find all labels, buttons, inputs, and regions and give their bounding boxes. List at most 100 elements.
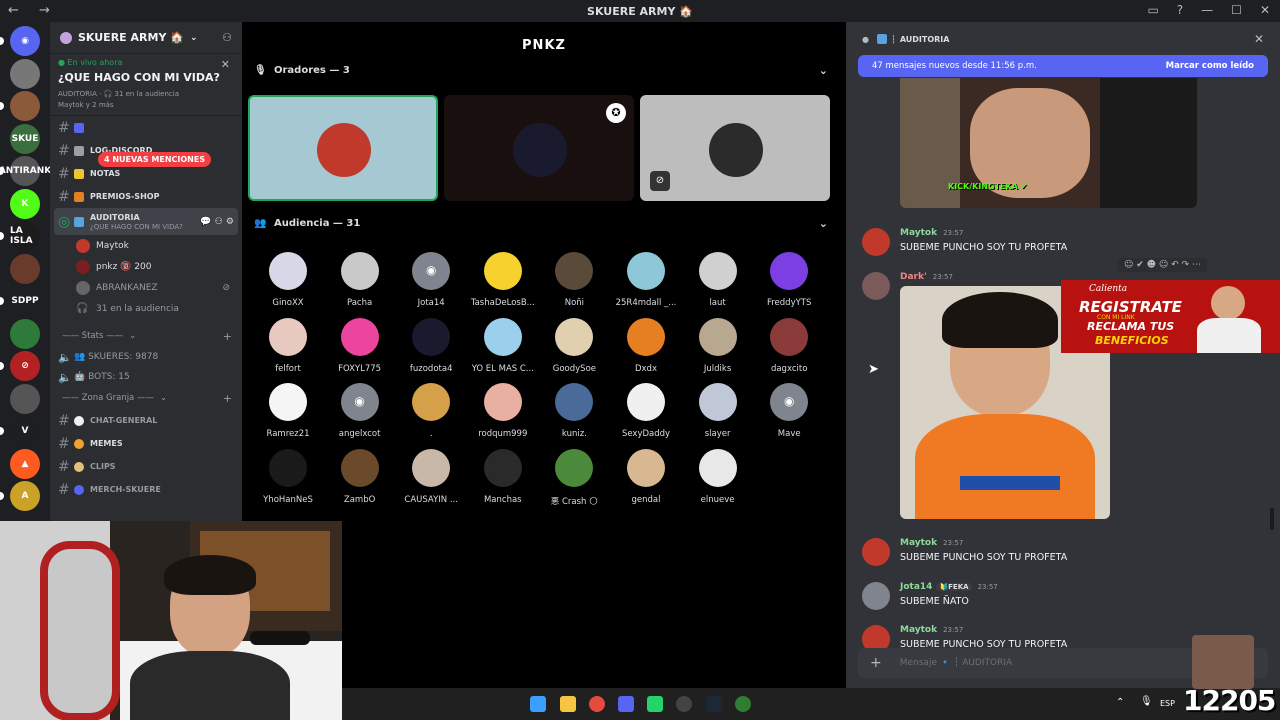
- audience-member[interactable]: Pacha: [324, 252, 396, 308]
- server-icon[interactable]: ⊘: [10, 351, 40, 381]
- audience-member[interactable]: 25R4mdall _...: [610, 252, 682, 308]
- message-author[interactable]: Maytok 23:57: [900, 228, 963, 238]
- obs-icon[interactable]: [676, 696, 692, 712]
- stage-channel-auditoria[interactable]: ◎ AUDITORIA ¿QUE HAGO CON MI VIDA? 💬 ⚇ ⚙: [54, 208, 238, 235]
- server-icon[interactable]: ◉: [10, 26, 40, 56]
- guild-header[interactable]: SKUERE ARMY 🏠 ⌄ ⚇: [50, 22, 242, 54]
- audience-member[interactable]: FreddyYTS: [753, 252, 825, 308]
- audience-member[interactable]: Dxdx: [610, 317, 682, 374]
- stat-channel[interactable]: 🔈 🤖 BOTS: 15: [50, 367, 242, 387]
- audience-member[interactable]: Manchas: [467, 448, 539, 505]
- channel-actions[interactable]: 💬 ⚇ ⚙: [200, 217, 234, 227]
- whatsapp-icon[interactable]: [647, 696, 663, 712]
- add-member-icon[interactable]: ⚇: [222, 31, 232, 44]
- audience-member[interactable]: slayer: [682, 383, 754, 439]
- message-author[interactable]: Jota14 🔰FEKA 23:57: [900, 582, 998, 592]
- chevron-down-icon[interactable]: ⌄: [819, 64, 828, 77]
- window-controls[interactable]: ▭ ? — ☐ ✕: [1147, 3, 1270, 17]
- audience-member[interactable]: 悪 Crash 🌕: [538, 448, 610, 507]
- chrome-icon[interactable]: [589, 696, 605, 712]
- audience-member[interactable]: ◉ Jota14: [395, 252, 467, 308]
- scrollbar[interactable]: [1270, 508, 1274, 530]
- message-author[interactable]: Dark' 23:57: [900, 272, 953, 282]
- audience-member[interactable]: Ramrez21: [252, 383, 324, 439]
- ad-banner[interactable]: Calienta REGISTRATE CON MI LINK RECLAMA …: [1061, 280, 1280, 353]
- server-icon[interactable]: [10, 383, 40, 414]
- stage-user[interactable]: Maytok: [50, 235, 242, 256]
- audience-member[interactable]: TashaDeLosB...: [467, 252, 539, 308]
- server-icon[interactable]: LA ISLA: [10, 221, 40, 251]
- language-indicator[interactable]: ESP: [1160, 699, 1175, 708]
- stage-user[interactable]: pnkz 🔞 200: [50, 256, 242, 277]
- speaker-tile[interactable]: ⊘: [640, 95, 830, 201]
- microphone-icon[interactable]: 🎙: [1140, 696, 1153, 707]
- server-icon[interactable]: K: [10, 188, 40, 219]
- app-icon[interactable]: [735, 696, 751, 712]
- add-attachment-icon[interactable]: +: [870, 655, 882, 671]
- speaker-tile[interactable]: [248, 95, 438, 201]
- mark-read-button[interactable]: Marcar como leído: [1166, 61, 1254, 71]
- audience-member[interactable]: rodqum999: [467, 383, 539, 439]
- server-icon[interactable]: [10, 58, 40, 89]
- new-messages-bar[interactable]: 47 mensajes nuevos desde 11:56 p.m. Marc…: [858, 55, 1268, 77]
- audience-member[interactable]: CAUSAYIN ...: [395, 448, 467, 505]
- channel-item[interactable]: #: [50, 116, 242, 139]
- audience-member[interactable]: elnueve: [682, 448, 754, 505]
- audience-member[interactable]: ZambO: [324, 448, 396, 505]
- category-stats[interactable]: —— Stats —— ⌄ +: [50, 325, 242, 347]
- message-author[interactable]: Maytok 23:57: [900, 538, 963, 548]
- server-icon[interactable]: SKUE: [10, 123, 40, 154]
- new-mentions-badge[interactable]: 4 NUEVAS MENCIONES: [98, 152, 212, 167]
- maximize-button[interactable]: ☐: [1231, 3, 1242, 17]
- audience-member[interactable]: ◉ angelxcot: [324, 383, 396, 439]
- stage-user[interactable]: 🎧 31 en la audiencia: [50, 298, 242, 319]
- help-icon[interactable]: ?: [1177, 3, 1183, 17]
- audience-member[interactable]: FOXYL775: [324, 317, 396, 374]
- audience-member[interactable]: Juldiks: [682, 317, 754, 374]
- audience-member[interactable]: SexyDaddy: [610, 383, 682, 439]
- chevron-down-icon[interactable]: ⌄: [819, 217, 828, 230]
- steam-icon[interactable]: [706, 696, 722, 712]
- audience-member[interactable]: Ñoñi: [538, 252, 610, 308]
- audience-member[interactable]: YO EL MAS C...: [467, 317, 539, 374]
- speaker-tile[interactable]: ✪: [444, 95, 634, 201]
- server-icon[interactable]: [10, 253, 40, 284]
- inbox-icon[interactable]: ▭: [1147, 3, 1158, 17]
- message-author[interactable]: Maytok 23:57: [900, 625, 963, 635]
- add-channel-icon[interactable]: +: [223, 392, 232, 405]
- audience-member[interactable]: fuzodota4: [395, 317, 467, 374]
- audience-member[interactable]: YhoHanNeS: [252, 448, 324, 505]
- audience-member[interactable]: felfort: [252, 317, 324, 374]
- audience-member[interactable]: dagxcito: [753, 317, 825, 374]
- audience-member[interactable]: ◉ Mave: [753, 383, 825, 439]
- channel-item[interactable]: # CHAT-GENERAL: [50, 409, 242, 432]
- live-event-card[interactable]: ● En vivo ahora ¿QUE HAGO CON MI VIDA? A…: [50, 54, 242, 116]
- server-icon[interactable]: [10, 318, 40, 349]
- add-channel-icon[interactable]: +: [223, 330, 232, 343]
- category-zona-granja[interactable]: —— Zona Granja —— ⌄ +: [50, 387, 242, 409]
- discord-icon[interactable]: [618, 696, 634, 712]
- server-icon[interactable]: ANTIRANK: [0, 156, 51, 186]
- server-icon[interactable]: A: [10, 481, 40, 511]
- audience-member[interactable]: GinoXX: [252, 252, 324, 308]
- server-icon[interactable]: V: [10, 416, 40, 446]
- audience-member[interactable]: .: [395, 383, 467, 439]
- audience-header[interactable]: 👥 Audiencia — 31 ⌄: [254, 213, 834, 233]
- tray-chevron-icon[interactable]: ⌃: [1116, 697, 1124, 708]
- close-icon[interactable]: ✕: [1254, 32, 1264, 46]
- audience-member[interactable]: GoodySoe: [538, 317, 610, 374]
- channel-item[interactable]: # CLIPS: [50, 455, 242, 478]
- server-icon[interactable]: [10, 91, 40, 121]
- audience-member[interactable]: kuniz.: [538, 383, 610, 439]
- server-icon[interactable]: ▲: [10, 448, 40, 479]
- audience-member[interactable]: gendal: [610, 448, 682, 505]
- channel-item[interactable]: # PREMIOS-SHOP: [50, 185, 242, 208]
- close-button[interactable]: ✕: [1260, 3, 1270, 17]
- audience-member[interactable]: laut: [682, 252, 754, 308]
- speakers-header[interactable]: 🎙 Oradores — 3 ⌄: [254, 60, 834, 80]
- message-actions[interactable]: ☺ ✔ ☻ ☺ ↶ ↷ ⋯: [1118, 258, 1207, 272]
- minimize-button[interactable]: —: [1201, 3, 1213, 17]
- server-icon[interactable]: SDPP: [10, 286, 40, 316]
- close-icon[interactable]: ✕: [221, 58, 230, 71]
- channel-item[interactable]: # MERCH-SKUERE: [50, 478, 242, 501]
